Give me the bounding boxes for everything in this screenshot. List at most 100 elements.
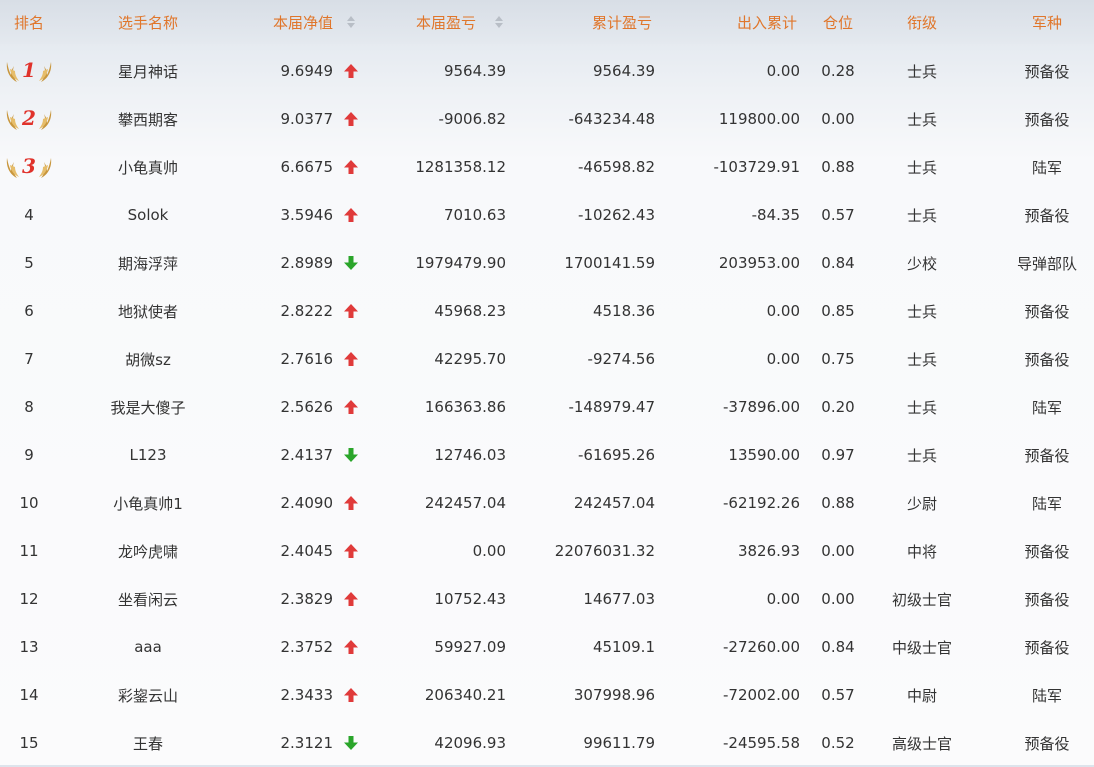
nav-value: 2.3433	[280, 686, 334, 704]
flow-value: 119800.00	[718, 110, 800, 128]
pnl-value: 9564.39	[443, 62, 506, 80]
rank-cell: 12	[0, 575, 58, 623]
cum-pnl-value: 9564.39	[592, 62, 655, 80]
medal-rank-number: 1	[22, 58, 36, 82]
player-name[interactable]: 我是大傻子	[78, 383, 218, 431]
mil-rank-value: 士兵	[906, 158, 937, 177]
table-row: 15 王春 2.3121 42096.93 99611.79 -24595.58 0.52 高…	[0, 719, 1094, 767]
cum-pnl-value: 242457.04	[573, 494, 655, 512]
header-position: 仓位	[822, 13, 853, 32]
branch-value: 预备役	[1024, 542, 1070, 561]
nav-value: 2.4090	[280, 494, 334, 512]
player-name[interactable]: L123	[78, 431, 218, 479]
player-name[interactable]: 小龟真帅1	[78, 479, 218, 527]
mil-rank-value: 中级士官	[891, 638, 952, 657]
table-row: 6 地狱使者 2.8222 45968.23 4518.36 0.00 0.85 士兵 预备役	[0, 287, 1094, 335]
trend-cell	[337, 719, 365, 767]
nav-value: 2.4137	[280, 446, 334, 464]
player-name[interactable]: 坐看闲云	[78, 575, 218, 623]
pnl-value: 10752.43	[434, 590, 506, 608]
rank-number: 15	[19, 734, 39, 752]
pnl-value: 206340.21	[424, 686, 506, 704]
player-name[interactable]: 小龟真帅	[78, 143, 218, 191]
cum-pnl-value: -643234.48	[568, 110, 655, 128]
pnl-value: 59927.09	[434, 638, 506, 656]
table-row: 13 aaa 2.3752 59927.09 45109.1 -27260.00 0.84 中…	[0, 623, 1094, 671]
nav-value: 2.5626	[280, 398, 334, 416]
player-name[interactable]: 期海浮萍	[78, 239, 218, 287]
rank-cell: 7	[0, 335, 58, 383]
flow-value: 13590.00	[728, 446, 800, 464]
branch-value: 预备役	[1024, 350, 1070, 369]
rank-cell: 6	[0, 287, 58, 335]
rank-number: 12	[19, 590, 39, 608]
cum-pnl-value: 307998.96	[573, 686, 655, 704]
sort-nav-icon[interactable]	[337, 0, 365, 44]
player-name[interactable]: 彩鋆云山	[78, 671, 218, 719]
table-row: 7 胡微sz 2.7616 42295.70 -9274.56 0.00 0.75 士兵 预备役	[0, 335, 1094, 383]
branch-value: 预备役	[1024, 110, 1070, 129]
sort-pnl-icon[interactable]	[489, 0, 509, 44]
rank-number: 8	[24, 398, 34, 416]
rank-number: 7	[24, 350, 34, 368]
cum-pnl-value: 4518.36	[592, 302, 655, 320]
arrow-up-icon	[343, 111, 359, 127]
flow-value: -62192.26	[723, 494, 800, 512]
rank-number: 4	[24, 206, 34, 224]
flow-value: -84.35	[751, 206, 800, 224]
arrow-up-icon	[343, 495, 359, 511]
mil-rank-value: 士兵	[906, 206, 937, 225]
position-value: 0.85	[821, 302, 855, 320]
header-cum-pnl: 累计盈亏	[591, 13, 652, 32]
trend-cell	[337, 95, 365, 143]
nav-value: 2.8989	[280, 254, 334, 272]
player-name[interactable]: 龙吟虎啸	[78, 527, 218, 575]
mil-rank-value: 少校	[906, 254, 937, 273]
pnl-value: 12746.03	[434, 446, 506, 464]
header-nav[interactable]: 本届净值	[218, 0, 333, 44]
table-row: 3 小龟真帅 6.6675 1281358.12 -46598.82 -103729.91…	[0, 143, 1094, 191]
mil-rank-value: 士兵	[906, 398, 937, 417]
header-rank: 排名	[13, 13, 44, 32]
rank-cell: 5	[0, 239, 58, 287]
nav-value: 9.6949	[280, 62, 334, 80]
branch-value: 陆军	[1031, 158, 1062, 177]
rank-cell: 10	[0, 479, 58, 527]
arrow-up-icon	[343, 303, 359, 319]
trend-cell	[337, 191, 365, 239]
trend-cell	[337, 671, 365, 719]
player-name[interactable]: aaa	[78, 623, 218, 671]
player-name[interactable]: 王春	[78, 719, 218, 767]
player-name[interactable]: 地狱使者	[78, 287, 218, 335]
nav-value: 6.6675	[280, 158, 334, 176]
cum-pnl-value: 45109.1	[592, 638, 655, 656]
cum-pnl-value: -46598.82	[578, 158, 655, 176]
rank-number: 9	[24, 446, 34, 464]
flow-value: 3826.93	[737, 542, 800, 560]
laurel-wings-icon: 1	[3, 56, 55, 86]
header-pnl[interactable]: 本届盈亏	[380, 0, 476, 44]
player-name[interactable]: 星月神话	[78, 47, 218, 95]
mil-rank-value: 高级士官	[891, 734, 952, 753]
nav-value: 9.0377	[280, 110, 334, 128]
rank-cell: 4	[0, 191, 58, 239]
pnl-value: 1281358.12	[415, 158, 506, 176]
trend-cell	[337, 623, 365, 671]
rank-number: 6	[24, 302, 34, 320]
header-branch: 军种	[1031, 13, 1062, 32]
table-header: 排名 选手名称 本届净值 本届盈亏 累计盈亏 出入累计 仓位 衔级 军种	[0, 0, 1094, 44]
table-row: 4 Solok 3.5946 7010.63 -10262.43 -84.35 0.57 士兵…	[0, 191, 1094, 239]
rank-cell: 13	[0, 623, 58, 671]
player-name[interactable]: 攀西期客	[78, 95, 218, 143]
rank-number: 13	[19, 638, 39, 656]
branch-value: 预备役	[1024, 638, 1070, 657]
cum-pnl-value: 14677.03	[583, 590, 655, 608]
player-name[interactable]: 胡微sz	[78, 335, 218, 383]
medal-rank-number: 3	[22, 154, 36, 178]
trend-cell	[337, 143, 365, 191]
trend-cell	[337, 47, 365, 95]
nav-value: 3.5946	[280, 206, 334, 224]
player-name[interactable]: Solok	[78, 191, 218, 239]
pnl-value: 242457.04	[424, 494, 506, 512]
rank-number: 14	[19, 686, 39, 704]
